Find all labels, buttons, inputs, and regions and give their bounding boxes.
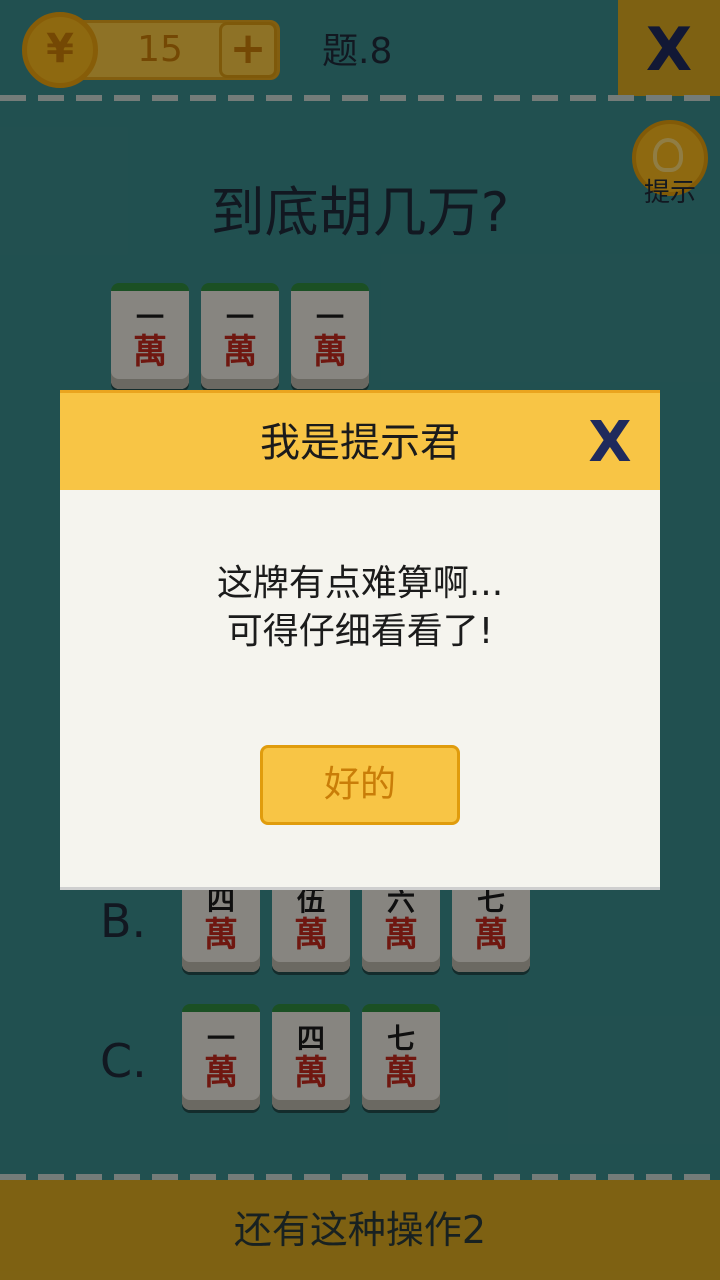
dialog-message-line-2: 可得仔细看看了! [226, 611, 494, 652]
close-icon: X [588, 410, 632, 475]
dialog-title: 我是提示君 [260, 420, 460, 466]
dialog-close-button[interactable]: X [580, 407, 640, 477]
dialog-header: 我是提示君 X [60, 390, 660, 490]
hint-dialog: 我是提示君 X 这牌有点难算啊... 可得仔细看看了! 好的 [60, 390, 660, 890]
dialog-message-line-1: 这牌有点难算啊... [216, 563, 504, 604]
ok-button[interactable]: 好的 [260, 745, 460, 825]
dialog-message: 这牌有点难算啊... 可得仔细看看了! [60, 560, 660, 656]
